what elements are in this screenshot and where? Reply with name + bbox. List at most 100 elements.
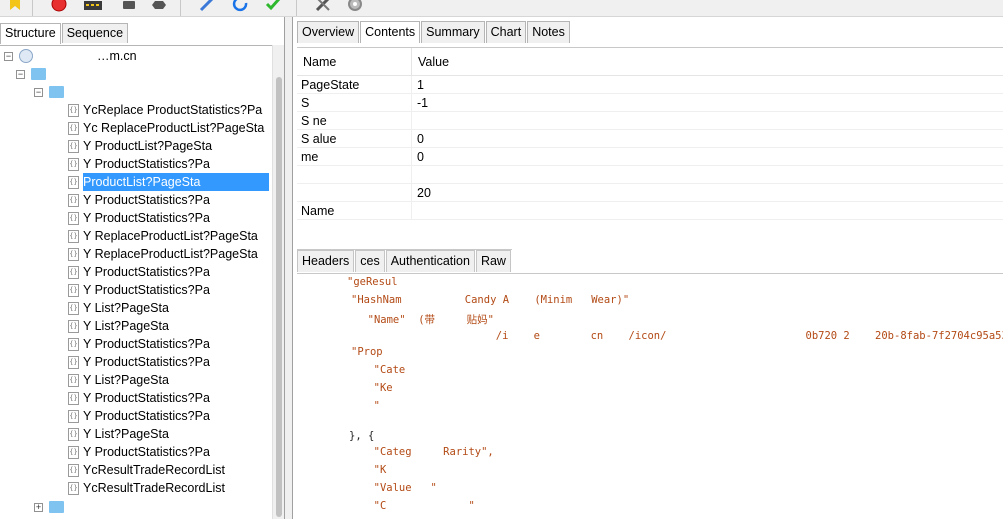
table-row[interactable]: me 0 — [297, 148, 1003, 166]
stop-icon[interactable] — [148, 0, 170, 14]
table-row[interactable]: S alue 0 — [297, 130, 1003, 148]
record-icon[interactable] — [48, 0, 70, 14]
check-icon[interactable] — [262, 0, 284, 14]
param-name — [297, 166, 412, 183]
tab-summary[interactable]: Summary — [421, 21, 485, 43]
expand-icon[interactable]: + — [34, 502, 43, 512]
json-file-icon: {} — [68, 427, 79, 441]
tab-headers[interactable]: Headers — [297, 250, 355, 272]
json-file-icon: {} — [68, 283, 79, 297]
tree-item[interactable]: {} YcResultTradeRecordList — [68, 479, 269, 497]
filter-icon[interactable] — [118, 0, 140, 14]
collapse-icon[interactable]: − — [34, 87, 43, 97]
param-name: S — [297, 94, 412, 111]
tree-item[interactable]: {} Y List?PageSta — [68, 425, 269, 443]
raw-line: " — [361, 400, 380, 412]
tree-scrollbar[interactable] — [272, 45, 284, 519]
tree-item-label: Y ProductStatistics?Pa — [83, 391, 210, 405]
raw-line: "Cate — [361, 364, 406, 376]
folder-icon — [49, 501, 64, 513]
tree-host[interactable]: − …m.cn — [4, 47, 137, 65]
table-row[interactable] — [297, 166, 1003, 184]
tree-item[interactable]: {} YcReplace ProductStatistics?Pa — [68, 101, 269, 119]
tree-item[interactable]: {} Y List?PageSta — [68, 299, 269, 317]
table-row[interactable]: S ne — [297, 112, 1003, 130]
json-file-icon: {} — [68, 481, 79, 495]
tab-structure[interactable]: Structure — [0, 23, 61, 44]
json-file-icon: {} — [68, 103, 79, 117]
json-file-icon: {} — [68, 463, 79, 477]
param-name: me — [297, 148, 412, 165]
json-file-icon: {} — [68, 301, 79, 315]
request-tab-bar: Headers ces Authentication Raw — [297, 249, 512, 272]
tree-folder[interactable]: − — [34, 83, 68, 101]
tree-item-label: Y ProductStatistics?Pa — [83, 445, 210, 459]
tree-item[interactable]: {} Y ProductStatistics?Pa — [68, 443, 269, 461]
tab-notes[interactable]: Notes — [527, 21, 570, 43]
tab-overview[interactable]: Overview — [297, 21, 360, 43]
tree-folder[interactable]: − — [16, 65, 50, 83]
pane-splitter[interactable] — [285, 17, 292, 519]
tree-folder[interactable]: + — [34, 498, 68, 516]
tree-item[interactable]: {} Y List?PageSta — [68, 317, 269, 335]
pencil-icon[interactable] — [196, 0, 218, 14]
tree-item[interactable]: {} Y ProductStatistics?Pa — [68, 263, 269, 281]
tree-item[interactable]: {} Y ProductStatistics?Pa — [68, 353, 269, 371]
gear-icon[interactable] — [344, 0, 366, 14]
tree-item[interactable]: {} Y List?PageSta — [68, 371, 269, 389]
collapse-icon[interactable]: − — [16, 69, 25, 79]
tree-item[interactable]: {} Y ProductStatistics?Pa — [68, 281, 269, 299]
json-file-icon: {} — [68, 373, 79, 387]
param-name: S alue — [297, 130, 412, 147]
tree-item-label: Y ReplaceProductList?PageSta — [83, 247, 258, 261]
column-header-name[interactable]: Name — [297, 48, 412, 75]
tree-item[interactable]: {} Yc ReplaceProductList?PageSta — [68, 119, 269, 137]
tab-raw[interactable]: Raw — [475, 250, 511, 272]
tab-sequence[interactable]: Sequence — [61, 23, 129, 43]
tree-item[interactable]: {} Y ProductList?PageSta — [68, 137, 269, 155]
stream-icon[interactable] — [82, 0, 104, 14]
param-value — [412, 166, 417, 183]
table-row[interactable]: 20 — [297, 184, 1003, 202]
tab-cookies[interactable]: ces — [355, 250, 385, 272]
tools-icon[interactable] — [312, 0, 334, 14]
param-value — [412, 202, 417, 219]
raw-line: "C " — [361, 500, 475, 512]
tree-item[interactable]: {} Y ProductStatistics?Pa — [68, 209, 269, 227]
column-header-value[interactable]: Value — [412, 48, 449, 75]
tree-item[interactable]: {} YcResultTradeRecordList — [68, 461, 269, 479]
json-file-icon: {} — [68, 265, 79, 279]
tree-item[interactable]: {} Y ReplaceProductList?PageSta — [68, 227, 269, 245]
tree-item-label: Y List?PageSta — [83, 319, 169, 333]
scrollbar-thumb[interactable] — [276, 77, 282, 517]
response-body[interactable]: "geResul "HashNam Candy A (Minim Wear)" "… — [297, 273, 1003, 519]
collapse-icon[interactable]: − — [4, 51, 13, 61]
tree-item-label: Y ProductList?PageSta — [83, 139, 213, 153]
tree-item[interactable]: {} Y ProductStatistics?Pa — [68, 155, 269, 173]
tag-icon[interactable] — [4, 0, 26, 14]
tab-contents[interactable]: Contents — [360, 21, 421, 43]
tree-item[interactable]: {} Y ProductStatistics?Pa — [68, 407, 269, 425]
table-row[interactable]: Name — [297, 202, 1003, 220]
tree-item[interactable]: {} Y ProductStatistics?Pa — [68, 389, 269, 407]
tab-chart[interactable]: Chart — [485, 21, 527, 43]
refresh-icon[interactable] — [230, 0, 252, 14]
tree-item-label: Y ProductStatistics?Pa — [83, 337, 210, 351]
param-value — [412, 112, 417, 129]
table-row[interactable]: S -1 — [297, 94, 1003, 112]
globe-icon — [19, 49, 33, 63]
raw-line: "geResul — [347, 276, 398, 288]
tree-item-label: ProductList?PageSta — [83, 173, 269, 191]
inspector-pane: Overview Contents Summary Chart Notes Na… — [292, 17, 1003, 519]
table-row[interactable]: PageState 1 — [297, 76, 1003, 94]
tab-authentication[interactable]: Authentication — [385, 250, 475, 272]
param-value: 1 — [417, 78, 424, 92]
param-value: 0 — [417, 132, 424, 146]
tree-item[interactable]: {} Y ProductStatistics?Pa — [68, 191, 269, 209]
tree-item[interactable]: {} ProductList?PageSta — [68, 173, 269, 191]
json-file-icon: {} — [68, 319, 79, 333]
tree-item[interactable]: {} Y ProductStatistics?Pa — [68, 335, 269, 353]
json-file-icon: {} — [68, 211, 79, 225]
tree-item-label: Y ReplaceProductList?PageSta — [83, 229, 258, 243]
tree-item[interactable]: {} Y ReplaceProductList?PageSta — [68, 245, 269, 263]
